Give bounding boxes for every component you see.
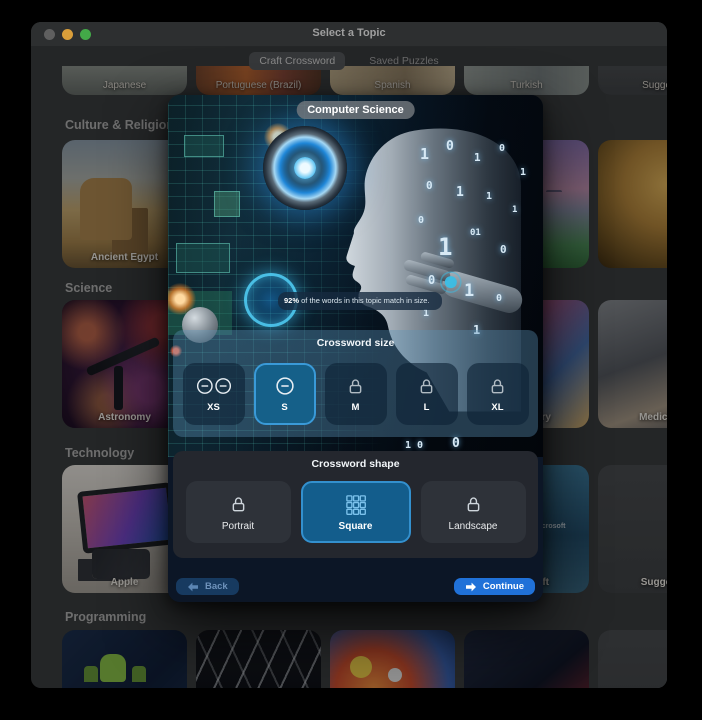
circle-minus-double-icon [194,375,234,397]
shape-option-square[interactable]: Square [300,481,411,543]
crossword-shape-options: Portrait Square Landscape [173,481,538,543]
match-percentage: 92% [284,296,300,305]
size-option-s[interactable]: S [253,363,316,425]
binary-digit: 1 [512,205,518,215]
window-title-bar: Select a Topic [31,22,667,46]
size-option-l[interactable]: L [395,363,458,425]
binary-digit: 0 [499,143,506,154]
size-option-label: XL [491,402,504,413]
binary-digit: 1 [420,145,430,163]
shape-option-label: Square [338,520,373,532]
binary-digit: 1 [486,191,493,202]
size-option-label: L [423,402,430,413]
size-option-label: S [281,402,288,413]
circle-minus-icon [274,375,296,397]
match-note-text: of the words in this topic match in size… [299,296,430,305]
binary-digit: 0 [428,273,436,287]
arrow-right-icon [465,582,477,592]
shape-option-label: Portrait [221,520,255,532]
binary-digit: 0 [418,215,425,226]
binary-digit: 1 [456,185,464,200]
crossword-shape-title: Crossword shape [311,458,400,470]
binary-digit: 1 0 [405,440,424,451]
lock-icon [346,375,365,397]
lock-icon [488,375,507,397]
crossword-size-panel: Crossword size XS S M L XL [173,330,538,437]
grid-icon [344,493,367,517]
arrow-left-icon [187,582,199,592]
continue-button[interactable]: Continue [453,578,535,595]
window-title: Select a Topic [312,27,386,39]
shape-option-portrait[interactable]: Portrait [185,481,291,543]
lock-icon [229,493,248,517]
size-option-xs[interactable]: XS [182,363,245,425]
binary-digit: 0 [426,179,433,192]
modal-footer: Back Continue [176,578,535,595]
crossword-size-title: Crossword size [316,337,395,349]
binary-digit: 0 [496,293,503,304]
crossword-shape-panel: Crossword shape Portrait Square Landscape [173,451,538,558]
size-option-xl[interactable]: XL [466,363,529,425]
topic-settings-modal: 1 0 1 0 1 0 1 1 1 0 01 1 0 0 1 0 1 1 1 00 Computer Science… [168,95,543,602]
shape-option-label: Landscape [448,520,498,532]
lock-icon [417,375,436,397]
binary-digit: 0 [452,436,460,451]
back-button[interactable]: Back [176,578,239,595]
shape-option-landscape[interactable]: Landscape [420,481,526,543]
size-option-label: M [351,402,360,413]
back-button-label: Back [205,581,228,592]
lock-icon [464,493,483,517]
binary-digit: 0 [500,243,507,256]
topic-name-badge: Computer Science [296,101,415,119]
screen: Craft Crossword Saved Puzzles Japanese Po… [0,0,702,720]
binary-digit: 0 [446,139,454,154]
crossword-size-options: XS S M L XL [173,363,538,425]
binary-digit: 1 [474,151,481,164]
binary-digit: 1 [464,281,475,301]
binary-digit: 01 [470,228,481,238]
continue-button-label: Continue [482,581,524,592]
word-match-note: 92% of the words in this topic match in … [278,292,442,311]
binary-digit: 1 [520,167,527,178]
size-option-label: XS [207,402,220,413]
size-option-m[interactable]: M [324,363,387,425]
binary-digit: 1 [438,233,453,261]
